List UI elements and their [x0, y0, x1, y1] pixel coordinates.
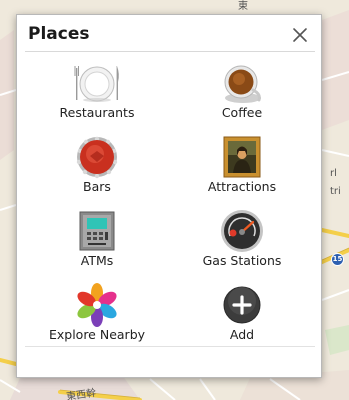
place-label: Gas Stations — [202, 253, 282, 268]
place-item-bars[interactable]: Bars — [22, 129, 172, 201]
fuel-gauge-icon — [221, 210, 263, 252]
coffee-cup-icon — [224, 65, 261, 103]
place-label: Coffee — [221, 105, 263, 120]
close-icon — [293, 28, 307, 42]
map-label-right-1: rl — [330, 168, 337, 179]
place-item-explore-nearby[interactable]: Explore Nearby — [22, 277, 172, 349]
place-item-restaurants[interactable]: Restaurants — [22, 55, 172, 127]
dialog-title: Places — [28, 24, 90, 44]
place-label: Restaurants — [59, 105, 135, 120]
place-label: ATMs — [80, 253, 114, 268]
place-label: Add — [229, 327, 255, 342]
map-road-label: 東西幹 — [65, 387, 97, 400]
place-item-add[interactable]: Add — [167, 277, 317, 349]
footer-divider — [25, 346, 315, 347]
dialog-header: Places — [17, 15, 321, 53]
place-item-coffee[interactable]: Coffee — [167, 55, 317, 127]
places-dialog: Places Restaurants Coffee Bars Attractio… — [16, 14, 322, 378]
map-label-top: 東 — [238, 1, 248, 12]
atm-machine-icon — [79, 211, 115, 251]
close-button[interactable] — [289, 24, 311, 46]
place-item-gas-stations[interactable]: Gas Stations — [167, 203, 317, 275]
explore-flower-icon — [77, 283, 117, 327]
route-shield: 15 — [331, 253, 344, 266]
place-item-atms[interactable]: ATMs — [22, 203, 172, 275]
plate-cutlery-icon — [74, 66, 119, 102]
place-label: Explore Nearby — [48, 327, 146, 342]
framed-painting-icon — [223, 136, 261, 178]
map-label-right-2: tri — [330, 186, 341, 197]
add-plus-icon — [223, 286, 261, 324]
header-divider — [25, 51, 315, 52]
place-label: Bars — [83, 179, 111, 194]
bottle-cap-icon — [76, 136, 118, 179]
place-label: Attractions — [207, 179, 277, 194]
place-item-attractions[interactable]: Attractions — [167, 129, 317, 201]
